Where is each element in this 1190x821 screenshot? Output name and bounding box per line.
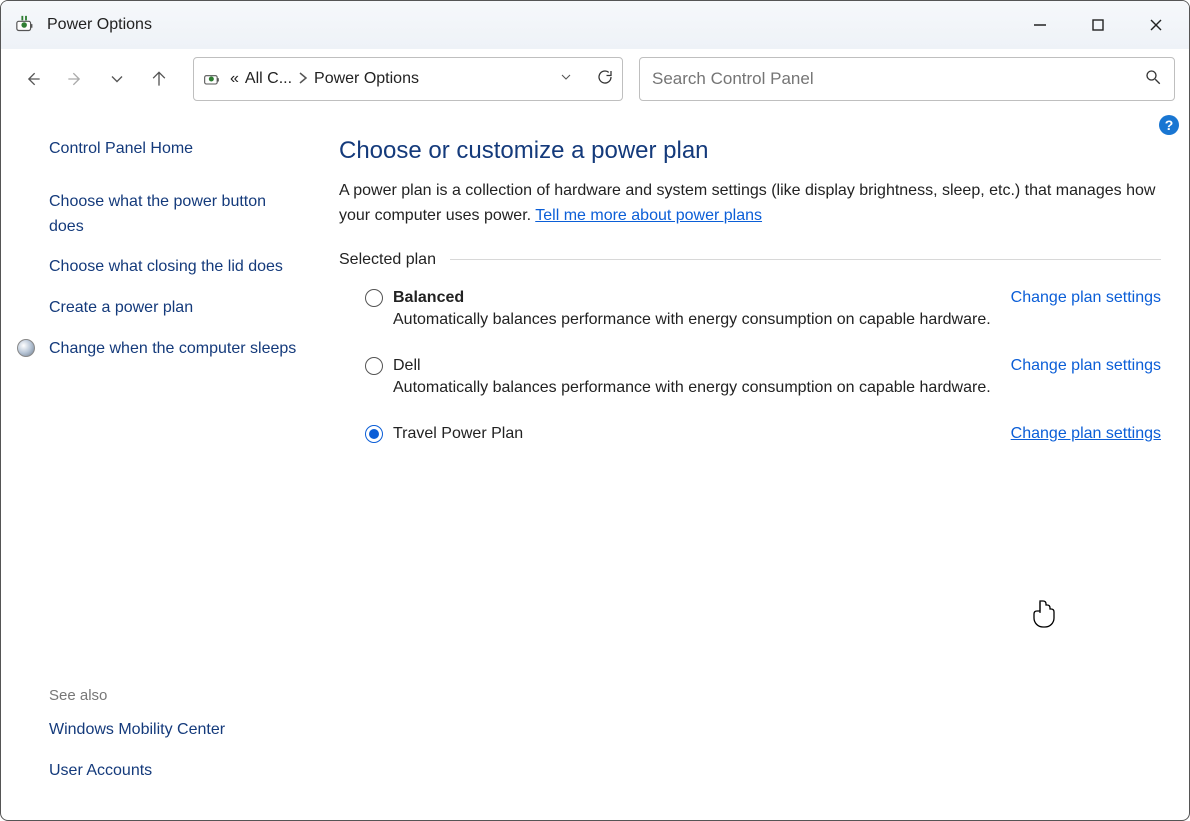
change-settings-travel[interactable]: Change plan settings [1011, 425, 1161, 443]
close-button[interactable] [1127, 2, 1185, 48]
closing-lid-link[interactable]: Choose what closing the lid does [49, 255, 299, 280]
selected-plan-label: Selected plan [339, 251, 436, 269]
navbar: « All C... Power Options [1, 49, 1189, 109]
see-also-label: See also [49, 687, 299, 704]
refresh-button[interactable] [596, 68, 614, 90]
breadcrumb-all-control-panel[interactable]: All C... [245, 70, 292, 88]
page-heading: Choose or customize a power plan [339, 137, 1161, 165]
minimize-button[interactable] [1011, 2, 1069, 48]
maximize-button[interactable] [1069, 2, 1127, 48]
search-input[interactable] [652, 69, 1144, 89]
plan-dell-name: Dell [393, 357, 421, 375]
power-options-icon [15, 14, 37, 36]
plan-travel-name: Travel Power Plan [393, 425, 523, 443]
chevron-right-icon [298, 71, 308, 88]
control-panel-home-link[interactable]: Control Panel Home [49, 137, 299, 162]
plan-travel: Travel Power Plan Change plan settings [339, 419, 1161, 465]
breadcrumb-chevron[interactable]: « [230, 70, 239, 88]
search-bar[interactable] [639, 57, 1175, 101]
content-area: ? Control Panel Home Choose what the pow… [1, 109, 1189, 820]
power-button-link[interactable]: Choose what the power button does [49, 190, 299, 240]
back-button[interactable] [15, 61, 51, 97]
titlebar: Power Options [1, 1, 1189, 49]
up-button[interactable] [141, 61, 177, 97]
radio-travel[interactable] [365, 425, 383, 443]
change-sleep-link[interactable]: Change when the computer sleeps [49, 337, 299, 362]
change-settings-balanced[interactable]: Change plan settings [1011, 289, 1161, 307]
create-power-plan-link[interactable]: Create a power plan [49, 296, 299, 321]
forward-button[interactable] [57, 61, 93, 97]
power-options-window: Power Options « All C... Power Options [0, 0, 1190, 821]
plan-balanced: Balanced Change plan settings Automatica… [339, 283, 1161, 351]
learn-more-link[interactable]: Tell me more about power plans [535, 207, 762, 224]
plan-balanced-name: Balanced [393, 289, 464, 307]
breadcrumb-power-options[interactable]: Power Options [314, 70, 419, 88]
divider [450, 259, 1161, 260]
sidebar: Control Panel Home Choose what the power… [1, 109, 319, 820]
address-dropdown-icon[interactable] [558, 69, 574, 89]
radio-dell[interactable] [365, 357, 383, 375]
window-title: Power Options [47, 16, 1011, 34]
address-bar[interactable]: « All C... Power Options [193, 57, 623, 101]
recent-dropdown[interactable] [99, 61, 135, 97]
help-icon[interactable]: ? [1159, 115, 1179, 135]
mobility-center-link[interactable]: Windows Mobility Center [49, 718, 299, 743]
plan-balanced-desc: Automatically balances performance with … [365, 311, 1161, 329]
plan-dell: Dell Change plan settings Automatically … [339, 351, 1161, 419]
change-sleep-label: Change when the computer sleeps [49, 340, 296, 357]
radio-balanced[interactable] [365, 289, 383, 307]
search-icon[interactable] [1144, 68, 1162, 90]
current-page-icon [17, 339, 35, 357]
address-icon [202, 68, 224, 90]
user-accounts-link[interactable]: User Accounts [49, 759, 299, 784]
plan-dell-desc: Automatically balances performance with … [365, 379, 1161, 397]
main-panel: Choose or customize a power plan A power… [319, 109, 1189, 820]
selected-plan-group: Selected plan [339, 251, 1161, 269]
intro-text: A power plan is a collection of hardware… [339, 179, 1161, 229]
change-settings-dell[interactable]: Change plan settings [1011, 357, 1161, 375]
